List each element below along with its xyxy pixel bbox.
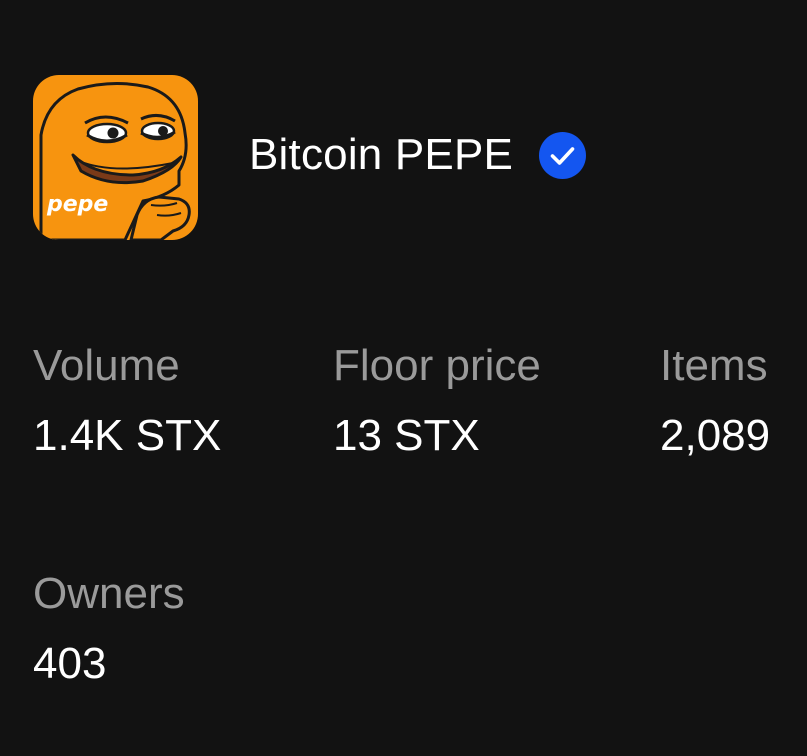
avatar-wordmark: pepe xyxy=(46,192,108,217)
collection-avatar[interactable]: pepe xyxy=(33,75,198,240)
stat-floor-price: Floor price 13 STX xyxy=(333,344,541,458)
verified-check-icon xyxy=(539,131,587,179)
stat-owners-value: 403 xyxy=(33,639,107,688)
stat-volume-label: Volume xyxy=(33,341,180,390)
stat-owners-label: Owners xyxy=(33,569,185,618)
collection-name[interactable]: Bitcoin PEPE xyxy=(249,130,513,180)
pepe-frog-logo-icon: pepe xyxy=(39,81,191,240)
stat-items: Items 2,089 xyxy=(660,344,770,458)
stat-volume: Volume 1.4K STX xyxy=(33,344,221,458)
stat-floor-price-label: Floor price xyxy=(333,341,541,390)
collection-header: pepe Bitcoin PEPE xyxy=(33,75,587,240)
stat-items-value: 2,089 xyxy=(660,411,771,460)
stat-owners: Owners 403 xyxy=(33,572,185,686)
stat-items-label: Items xyxy=(660,341,768,390)
stat-volume-value: 1.4K STX xyxy=(33,411,222,460)
stat-floor-price-value: 13 STX xyxy=(333,411,480,460)
collection-title-row: Bitcoin PEPE xyxy=(249,130,587,180)
